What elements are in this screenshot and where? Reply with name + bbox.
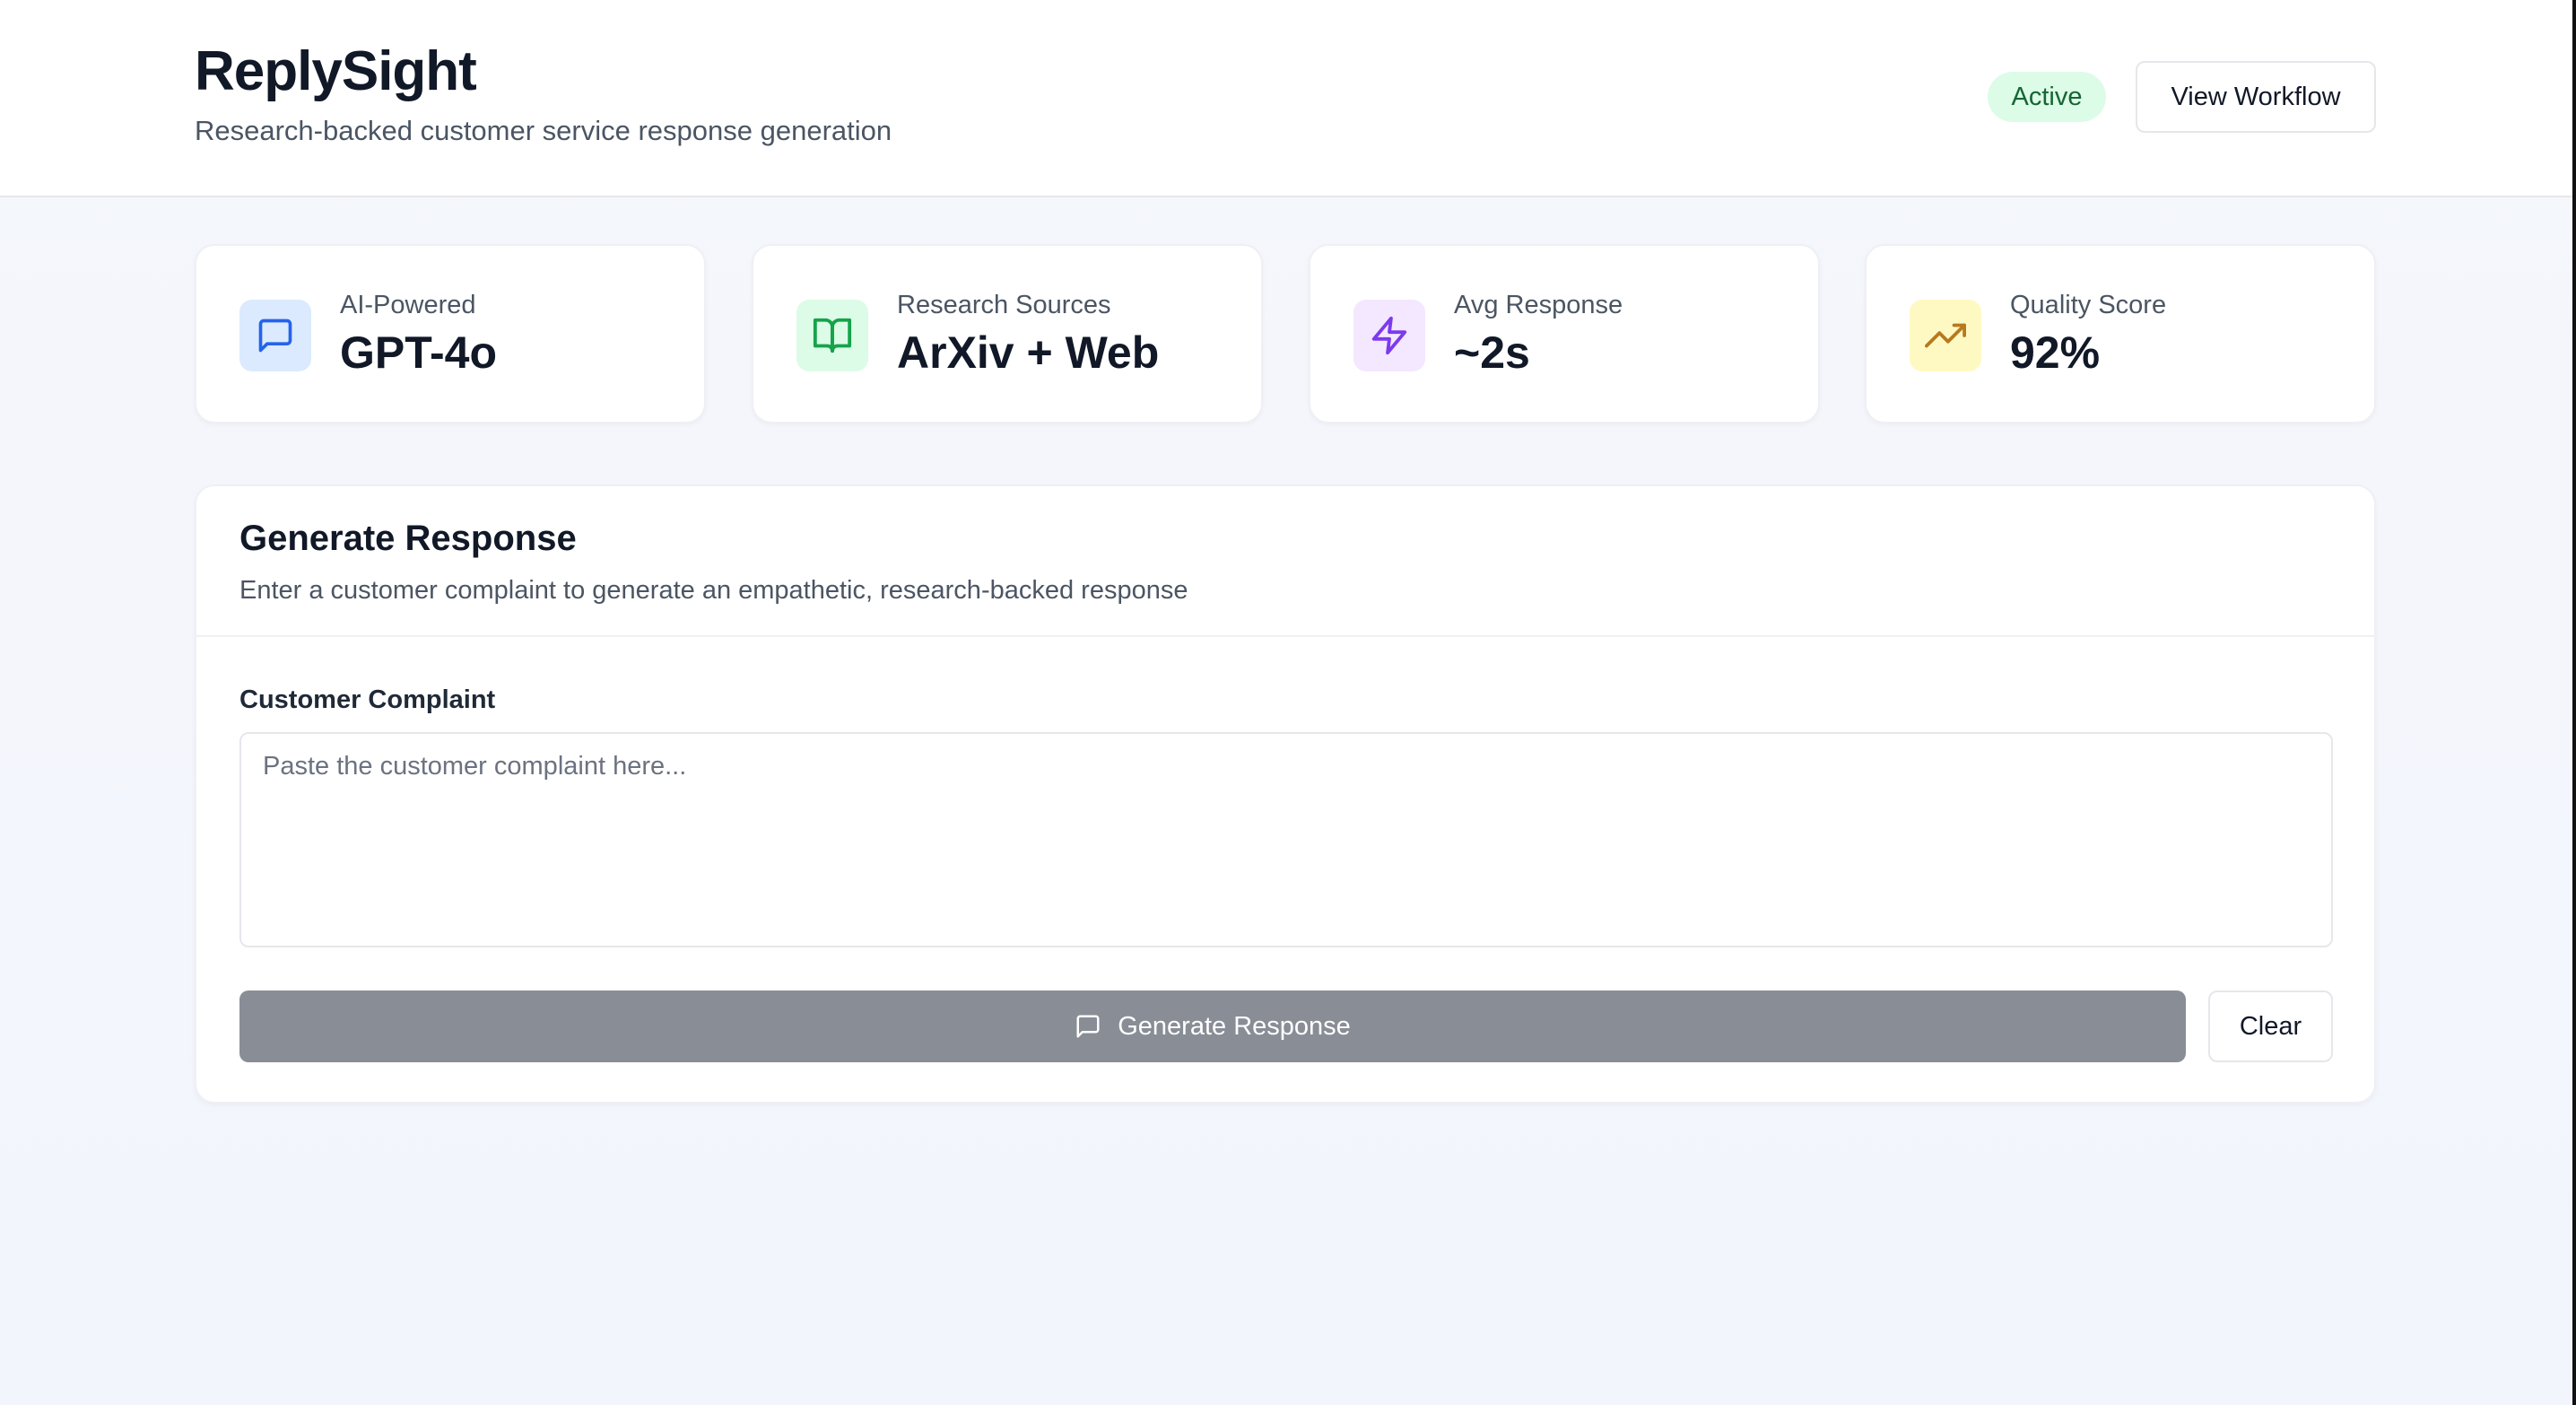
panel-subtitle: Enter a customer complaint to generate a… bbox=[239, 576, 1188, 605]
generate-response-button[interactable]: Generate Response bbox=[239, 990, 2186, 1062]
stat-card-research-sources: Research Sources ArXiv + Web bbox=[752, 244, 1263, 423]
message-square-icon bbox=[239, 300, 311, 371]
stat-card-avg-response: Avg Response ~2s bbox=[1309, 244, 1820, 423]
app-subtitle: Research-backed customer service respons… bbox=[195, 115, 892, 146]
stat-value: GPT-4o bbox=[340, 327, 498, 378]
complaint-field-label: Customer Complaint bbox=[239, 685, 496, 714]
view-workflow-button[interactable]: View Workflow bbox=[2136, 61, 2376, 133]
stat-value: ArXiv + Web bbox=[897, 327, 1160, 378]
stat-value: ~2s bbox=[1454, 327, 1530, 378]
panel-divider bbox=[196, 635, 2374, 637]
stat-card-ai-powered: AI-Powered GPT-4o bbox=[195, 244, 706, 423]
app-title: ReplySight bbox=[195, 40, 477, 102]
app-header: ReplySight Research-backed customer serv… bbox=[0, 0, 2572, 197]
complaint-input[interactable] bbox=[239, 732, 2333, 947]
stat-label: Quality Score bbox=[2010, 291, 2167, 319]
stat-card-quality-score: Quality Score 92% bbox=[1865, 244, 2376, 423]
stat-label: Avg Response bbox=[1454, 291, 1623, 319]
message-square-icon bbox=[1075, 1013, 1101, 1040]
panel-title: Generate Response bbox=[239, 519, 577, 558]
generate-button-label: Generate Response bbox=[1118, 1011, 1351, 1041]
trending-up-icon bbox=[1910, 300, 1981, 371]
book-open-icon bbox=[796, 300, 868, 371]
stat-label: Research Sources bbox=[897, 291, 1111, 319]
stat-label: AI-Powered bbox=[340, 291, 476, 319]
generate-response-panel: Generate Response Enter a customer compl… bbox=[195, 484, 2376, 1104]
clear-button[interactable]: Clear bbox=[2208, 990, 2333, 1062]
window-edge bbox=[2572, 0, 2576, 1405]
stat-value: 92% bbox=[2010, 327, 2101, 378]
zap-icon bbox=[1353, 300, 1425, 371]
status-badge: Active bbox=[1988, 72, 2106, 122]
